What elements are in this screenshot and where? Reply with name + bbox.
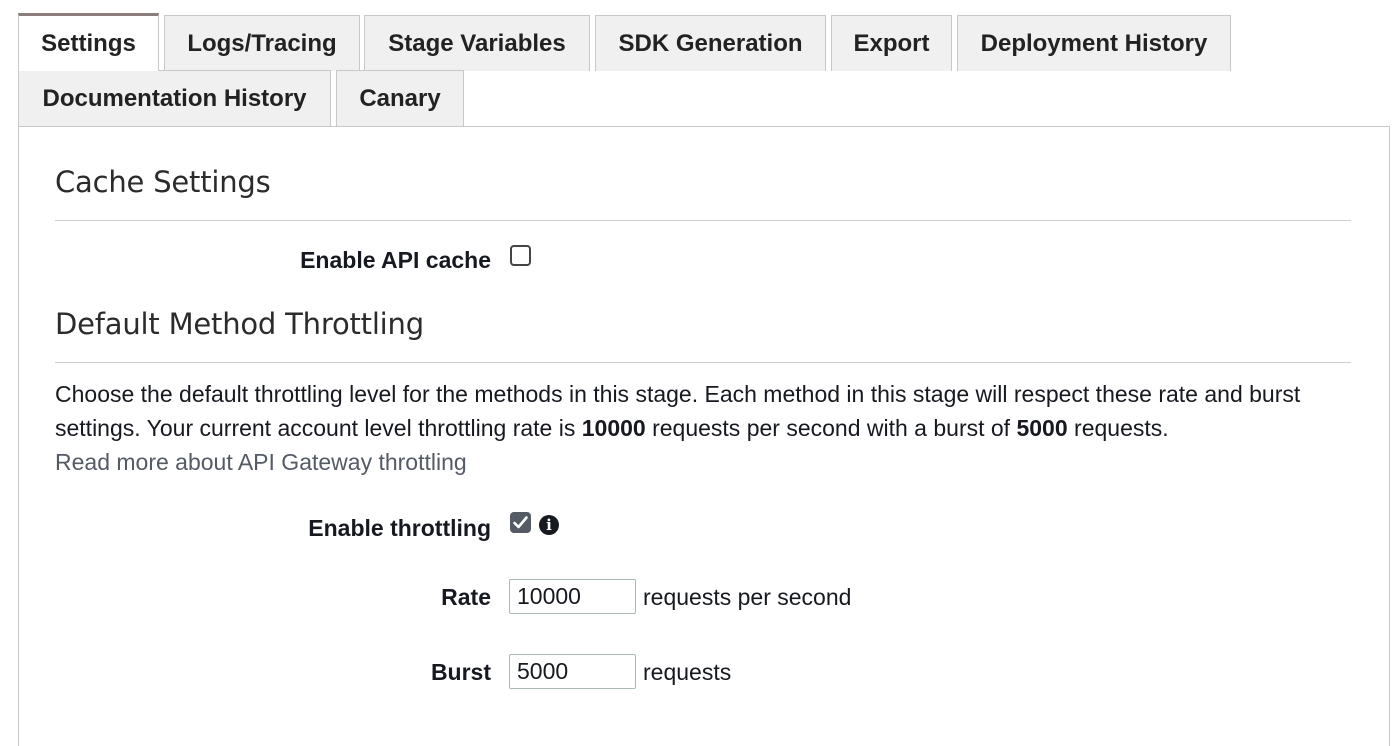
throttling-divider <box>55 362 1351 363</box>
account-rate-value: 10000 <box>581 415 646 441</box>
tab-documentation-history[interactable]: Documentation History <box>18 70 331 126</box>
tab-deployment-history[interactable]: Deployment History <box>957 15 1231 71</box>
description-text-2: requests per second with a burst of <box>645 415 1017 441</box>
rate-input[interactable] <box>509 579 636 614</box>
tab-logs-tracing[interactable]: Logs/Tracing <box>164 15 360 71</box>
burst-input[interactable] <box>509 654 636 689</box>
enable-api-cache-checkbox[interactable] <box>510 245 531 266</box>
rate-unit-label: requests per second <box>643 584 852 610</box>
enable-throttling-checkbox[interactable] <box>510 512 531 533</box>
burst-label: Burst <box>430 659 491 685</box>
checkmark-icon <box>513 516 528 529</box>
tab-stage-variables[interactable]: Stage Variables <box>364 15 590 71</box>
account-burst-value: 5000 <box>1016 415 1068 441</box>
enable-api-cache-label: Enable API cache <box>300 247 491 273</box>
cache-settings-heading: Cache Settings <box>55 165 271 199</box>
read-more-throttling-link[interactable]: Read more about API Gateway throttling <box>55 449 467 475</box>
info-circle-icon[interactable]: i <box>539 515 559 535</box>
description-text-3: requests. <box>1067 415 1169 441</box>
burst-unit-label: requests <box>643 659 732 685</box>
tab-export[interactable]: Export <box>831 15 952 71</box>
settings-panel: Cache Settings Enable API cache Default … <box>18 126 1390 746</box>
default-method-throttling-heading: Default Method Throttling <box>55 307 424 341</box>
throttling-description: Choose the default throttling level for … <box>55 377 1355 479</box>
rate-label: Rate <box>441 584 491 610</box>
enable-throttling-label: Enable throttling <box>308 515 491 541</box>
cache-settings-divider <box>55 220 1351 221</box>
tab-sdk-generation[interactable]: SDK Generation <box>595 15 826 71</box>
tab-settings[interactable]: Settings <box>18 13 159 71</box>
tab-canary[interactable]: Canary <box>336 70 464 126</box>
